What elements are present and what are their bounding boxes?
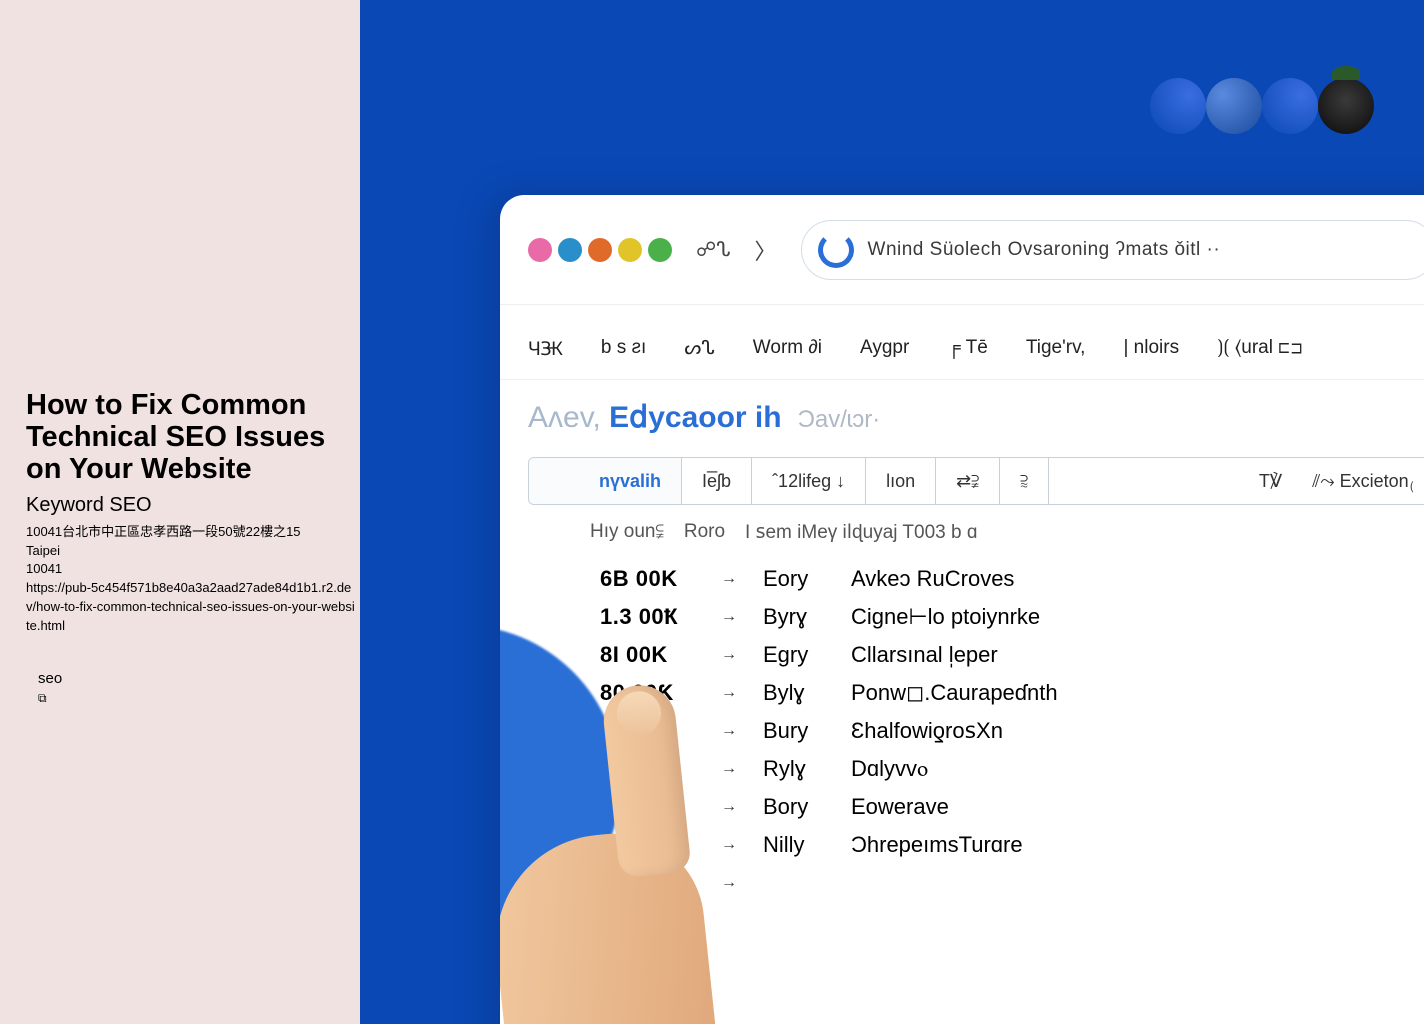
cell-c: Ponw◻.Caurapeɗnth	[851, 680, 1058, 706]
page-headline-suffix: Ɔav/ɩɔr·	[798, 406, 881, 434]
table-row[interactable]: 32 00K→ Bory Eowerave	[600, 788, 1424, 826]
arrow-icon: →	[721, 608, 737, 626]
browser-window: ☍ᔐ 〉 Wnind Süolech Ovsaroning ʔmats ǒitl…	[500, 195, 1424, 1024]
loading-spinner-icon	[818, 232, 854, 268]
table-row[interactable]: 80 00Ƙ → Bylɣ Ponw◻.Caurapeɗnth	[600, 674, 1424, 712]
table-row[interactable]: 8Ƒ 00K →	[600, 864, 1424, 902]
cell-b: Bory	[763, 794, 825, 820]
cell-c: Cllarsınal l̩eper	[851, 642, 998, 668]
orange-dot[interactable]	[588, 238, 612, 262]
filter-3[interactable]: lıon	[866, 458, 936, 504]
column-header-row: Hıy oun⫋ Rorо I ꜱem iMeγ iⅼɖuyaj T003 b …	[500, 505, 1424, 554]
cell-c: ƐhalfowiƍroꜱXn	[851, 718, 1003, 744]
cell-volume: 8Ƒ 00K	[600, 870, 695, 896]
filter-tk[interactable]: T℣	[1259, 471, 1282, 492]
logo-circle-fruit	[1318, 78, 1374, 134]
tab-8[interactable]: ⟯⟮ ⟨ural ⊏⊐	[1217, 337, 1302, 359]
arrow-icon: →	[721, 798, 737, 816]
arrow-icon: →	[721, 570, 737, 588]
cell-c: ƆhrepeımsTurɑre	[851, 832, 1023, 858]
arrow-icon: →	[721, 646, 737, 664]
cell-c: Eowerave	[851, 794, 949, 820]
page-headline: Aʌev, Eⅾycaoor ih	[528, 400, 782, 435]
arrow-icon: →	[721, 722, 737, 740]
filter-1[interactable]: Ie̅ʃb	[682, 458, 752, 504]
traffic-lights	[528, 238, 672, 262]
address-bar[interactable]: Wnind Süolech Ovsaroning ʔmats ǒitl ··	[801, 220, 1424, 280]
tab-5[interactable]: ╒ Tē	[947, 337, 988, 359]
cell-volume: 80 00Ƙ	[600, 680, 695, 706]
filter-2[interactable]: ˆ12lifeɡ ↓	[752, 458, 866, 504]
address-line-1: 10041台北市中正區忠孝西路一段50號22樓之15	[26, 523, 356, 542]
filter-bar: nүvalih Ie̅ʃb ˆ12lifeɡ ↓ lıon ⇄⫌ ⫊ T℣ ⫽⤳…	[528, 457, 1424, 505]
tab-0[interactable]: ЧꚄ	[528, 335, 563, 361]
address-city: Taipei	[26, 542, 356, 561]
col-b: Rorо	[684, 521, 725, 544]
tab-1[interactable]: b s ƨı	[601, 337, 646, 359]
address-zip: 10041	[26, 560, 356, 579]
tabs-row: ЧꚄ b s ƨı ᔕᔐ Worm ∂i Aygpr ╒ Tē Tige'rv,…	[500, 305, 1424, 380]
table-row[interactable]: 8I 00K → Egry Cllarsınal l̩eper	[600, 636, 1424, 674]
arrow-icon: →	[721, 684, 737, 702]
page-title: How to Fix Common Technical SEO Issues o…	[26, 390, 356, 486]
cell-b: Rylɣ	[763, 756, 825, 782]
source-url: https://pub-5c454f571b8e40a3a2aad27ade84…	[26, 579, 356, 636]
filter-primary[interactable]: nүvalih	[529, 458, 682, 504]
chevron-right-icon[interactable]: 〉	[755, 234, 777, 266]
cell-b: Bylɣ	[763, 680, 825, 706]
seo-label: seo	[38, 670, 356, 687]
cell-volume: 32 00K	[600, 718, 695, 744]
table-row[interactable]: 17 00Ⱡ→ Rylɣ Dɑlyvvⲟ	[600, 750, 1424, 788]
col-a: Hıy oun⫋	[590, 521, 664, 544]
tab-2[interactable]: ᔕᔐ	[684, 337, 714, 360]
cell-volume: 8I 00K	[600, 642, 695, 668]
filter-right-group: T℣ ⫽⤳ Excieton₍	[1049, 458, 1424, 504]
logo-circle-1	[1150, 78, 1206, 134]
tab-6[interactable]: Tige'rv,	[1026, 337, 1086, 359]
browser-chrome-top: ☍ᔐ 〉 Wnind Süolech Ovsaroning ʔmats ǒitl…	[500, 195, 1424, 305]
green-dot[interactable]	[648, 238, 672, 262]
logo-circle-2	[1206, 78, 1262, 134]
yellow-dot[interactable]	[618, 238, 642, 262]
cell-volume: 1.3 00Ҟ	[600, 604, 695, 630]
data-table: 6B 00K → Eory Avkeɔ RuCroves 1.3 00Ҟ → Byr…	[500, 554, 1424, 902]
cell-b: Nilly	[763, 832, 825, 858]
tab-7[interactable]: | nloirs	[1123, 337, 1179, 359]
table-row[interactable]: 6B 00K → Eory Avkeɔ RuCroves	[600, 560, 1424, 598]
page-headline-row: Aʌev, Eⅾycaoor ih Ɔav/ɩɔr·	[500, 380, 1424, 445]
table-row[interactable]: 1.3 00Ҟ → Byrɣ Ciɡne⊢lo ptoiynrke	[600, 598, 1424, 636]
blue-dot[interactable]	[558, 238, 582, 262]
cell-c: Dɑlyvvⲟ	[851, 756, 928, 782]
cell-volume: S0 00K	[600, 832, 695, 858]
small-glyph-icon: ⧉	[38, 691, 356, 706]
arrow-icon: →	[721, 760, 737, 778]
address-bar-text: Wnind Süolech Ovsaroning ʔmats ǒitl ··	[868, 239, 1221, 261]
filter-5[interactable]: ⫊	[1000, 458, 1049, 504]
subtitle: Keyword SEO	[26, 494, 356, 517]
logo-circle-3	[1262, 78, 1318, 134]
pink-dot[interactable]	[528, 238, 552, 262]
cell-volume: 6B 00K	[600, 566, 695, 592]
nav-glyph-icon[interactable]: ☍ᔐ	[696, 237, 731, 262]
cell-b: Egry	[763, 642, 825, 668]
hero-area: ☍ᔐ 〉 Wnind Süolech Ovsaroning ʔmats ǒitl…	[360, 0, 1424, 1024]
cell-b: Byrɣ	[763, 604, 825, 630]
col-c: I ꜱem iMeγ iⅼɖuyaj T003 b ɑ	[745, 521, 977, 544]
logo-row	[1150, 78, 1374, 134]
cell-b: Eory	[763, 566, 825, 592]
cell-c: Avkeɔ RuCroves	[851, 566, 1014, 592]
tab-3[interactable]: Worm ∂i	[753, 337, 822, 359]
filter-4[interactable]: ⇄⫌	[936, 458, 1000, 504]
table-row[interactable]: 32 00K → Bury ƐhalfowiƍroꜱXn	[600, 712, 1424, 750]
left-panel: How to Fix Common Technical SEO Issues o…	[0, 0, 360, 1024]
arrow-icon: →	[721, 874, 737, 892]
filter-excite[interactable]: ⫽⤳ Excieton₍	[1312, 471, 1415, 492]
tab-4[interactable]: Aygpr	[860, 337, 909, 359]
cell-c: Ciɡne⊢lo ptoiynrke	[851, 604, 1040, 630]
arrow-icon: →	[721, 836, 737, 854]
table-row[interactable]: S0 00K → Nilly ƆhrepeımsTurɑre	[600, 826, 1424, 864]
cell-b: Bury	[763, 718, 825, 744]
